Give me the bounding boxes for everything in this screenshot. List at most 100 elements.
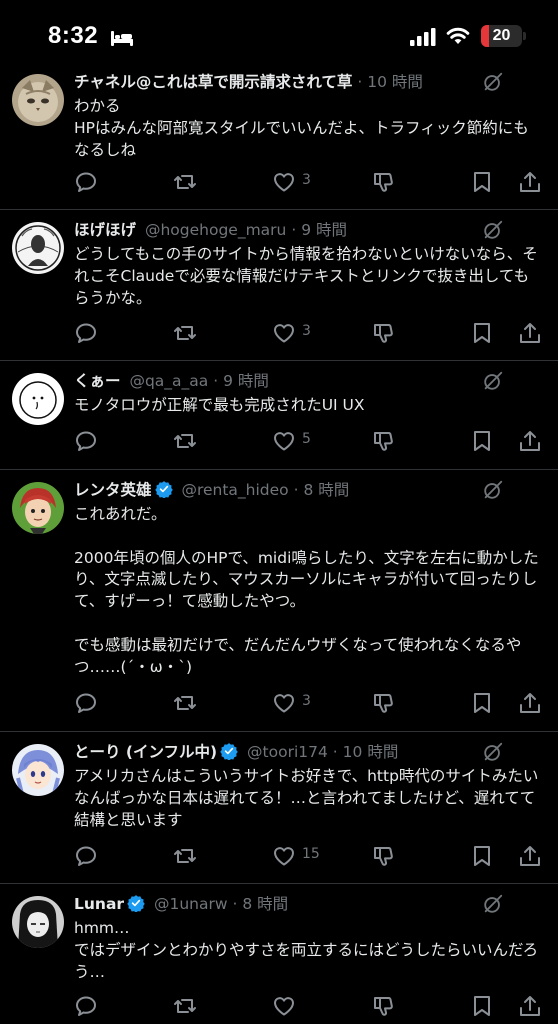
like-button[interactable]: 3: [272, 689, 311, 717]
dislike-button[interactable]: [371, 992, 395, 1020]
bookmark-button[interactable]: [470, 168, 494, 196]
tweet[interactable]: Lunar @1unarw · 8 時間 hmm… ではデザインとわかりやすさを…: [0, 884, 558, 1024]
share-button[interactable]: [518, 319, 542, 347]
grok-icon[interactable]: [482, 219, 504, 241]
grok-icon[interactable]: [482, 893, 504, 915]
share-button[interactable]: [518, 689, 542, 717]
retweet-icon: [174, 999, 196, 1013]
display-name[interactable]: とーり (インフル中): [74, 743, 217, 761]
retweet-button[interactable]: [173, 992, 197, 1020]
bookmark-icon: [474, 172, 490, 192]
avatar[interactable]: [12, 222, 64, 274]
dislike-button[interactable]: [371, 168, 395, 196]
timestamp[interactable]: 10 時間: [343, 743, 399, 761]
like-button[interactable]: 3: [272, 319, 311, 347]
dislike-button[interactable]: [371, 427, 395, 455]
reply-button[interactable]: [74, 842, 98, 870]
tweet-actions: 3: [0, 319, 558, 347]
reply-button[interactable]: [74, 319, 98, 347]
user-handle[interactable]: @qa_a_aa: [129, 372, 208, 390]
timestamp[interactable]: 10 時間: [367, 73, 423, 91]
like-button[interactable]: 3: [272, 168, 311, 196]
tweet[interactable]: チャネル@これは草で開示請求されて草 · 10 時間 わかる HPはみんな阿部寛…: [0, 62, 558, 210]
timestamp[interactable]: 8 時間: [242, 895, 288, 913]
like-icon: [273, 173, 295, 192]
like-icon: [273, 694, 295, 713]
verified-badge-icon: [127, 895, 145, 912]
timestamp[interactable]: 9 時間: [301, 221, 347, 239]
bookmark-button[interactable]: [470, 842, 494, 870]
reply-icon: [76, 846, 96, 866]
dislike-button[interactable]: [371, 689, 395, 717]
reply-button[interactable]: [74, 992, 98, 1020]
timestamp[interactable]: 9 時間: [223, 372, 269, 390]
share-button[interactable]: [518, 427, 542, 455]
dislike-icon: [374, 997, 393, 1016]
display-name[interactable]: くぁー: [74, 372, 121, 390]
share-icon: [520, 996, 540, 1016]
tweet-text: hmm… ではデザインとわかりやすさを両立するにはどうしたらいいんだろう…: [74, 919, 539, 981]
share-button[interactable]: [518, 168, 542, 196]
user-handle[interactable]: @toori174: [247, 743, 328, 761]
tweet[interactable]: とーり (インフル中) @toori174 · 10 時間 アメリカさんはこうい…: [0, 732, 558, 884]
bookmark-icon: [474, 323, 490, 343]
status-bar: 8:32 20: [0, 0, 558, 64]
tweet[interactable]: くぁー @qa_a_aa · 9 時間 モノタロウが正解で最も完成されたUI U…: [0, 361, 558, 470]
separator-dot: ·: [357, 73, 363, 91]
grok-icon[interactable]: [482, 741, 504, 763]
share-button[interactable]: [518, 992, 542, 1020]
avatar[interactable]: [12, 896, 64, 948]
status-time: 8:32: [48, 22, 99, 49]
display-name[interactable]: Lunar: [74, 895, 124, 913]
share-icon: [520, 323, 540, 343]
avatar[interactable]: [12, 744, 64, 796]
dislike-button[interactable]: [371, 319, 395, 347]
tweet-actions: [0, 992, 558, 1020]
share-button[interactable]: [518, 842, 542, 870]
bookmark-button[interactable]: [470, 992, 494, 1020]
like-button[interactable]: [272, 992, 296, 1020]
timestamp[interactable]: 8 時間: [303, 481, 349, 499]
battery-indicator: 20: [481, 25, 522, 47]
bookmark-icon: [474, 431, 490, 451]
bookmark-button[interactable]: [470, 319, 494, 347]
display-name[interactable]: レンタ英雄: [74, 481, 152, 499]
grok-icon[interactable]: [482, 370, 504, 392]
retweet-button[interactable]: [173, 842, 197, 870]
avatar[interactable]: [12, 74, 64, 126]
grok-icon[interactable]: [482, 71, 504, 93]
retweet-button[interactable]: [173, 319, 197, 347]
like-icon: [273, 847, 295, 866]
user-handle[interactable]: @hogehoge_maru: [145, 221, 286, 239]
retweet-button[interactable]: [173, 168, 197, 196]
reply-button[interactable]: [74, 168, 98, 196]
separator-dot: ·: [213, 372, 219, 390]
like-icon: [273, 432, 295, 451]
separator-dot: ·: [293, 481, 299, 499]
reply-button[interactable]: [74, 689, 98, 717]
display-name[interactable]: チャネル@これは草で開示請求されて草: [74, 73, 352, 91]
bookmark-button[interactable]: [470, 427, 494, 455]
dislike-button[interactable]: [371, 842, 395, 870]
retweet-icon: [174, 434, 196, 448]
avatar[interactable]: [12, 373, 64, 425]
like-button[interactable]: 15: [272, 842, 320, 870]
like-icon: [273, 997, 295, 1016]
tweet[interactable]: レンタ英雄 @renta_hideo · 8 時間 これあれだ。 2000年頃の…: [0, 470, 558, 732]
display-name[interactable]: ほげほげ: [74, 221, 136, 239]
tweet-header: レンタ英雄 @renta_hideo · 8 時間: [74, 478, 488, 502]
user-handle[interactable]: @1unarw: [154, 895, 228, 913]
tweet[interactable]: ほげほげ @hogehoge_maru · 9 時間 どうしてもこの手のサイトか…: [0, 210, 558, 361]
avatar[interactable]: [12, 482, 64, 534]
user-handle[interactable]: @renta_hideo: [181, 481, 288, 499]
retweet-icon: [174, 696, 196, 710]
bookmark-icon: [474, 693, 490, 713]
tweet-text: アメリカさんはこういうサイトお好きで、http時代のサイトみたいなんばっかな日本…: [74, 767, 539, 829]
bookmark-button[interactable]: [470, 689, 494, 717]
retweet-button[interactable]: [173, 427, 197, 455]
reply-button[interactable]: [74, 427, 98, 455]
retweet-button[interactable]: [173, 689, 197, 717]
signal-icon: [410, 28, 436, 46]
grok-icon[interactable]: [482, 479, 504, 501]
like-button[interactable]: 5: [272, 427, 311, 455]
